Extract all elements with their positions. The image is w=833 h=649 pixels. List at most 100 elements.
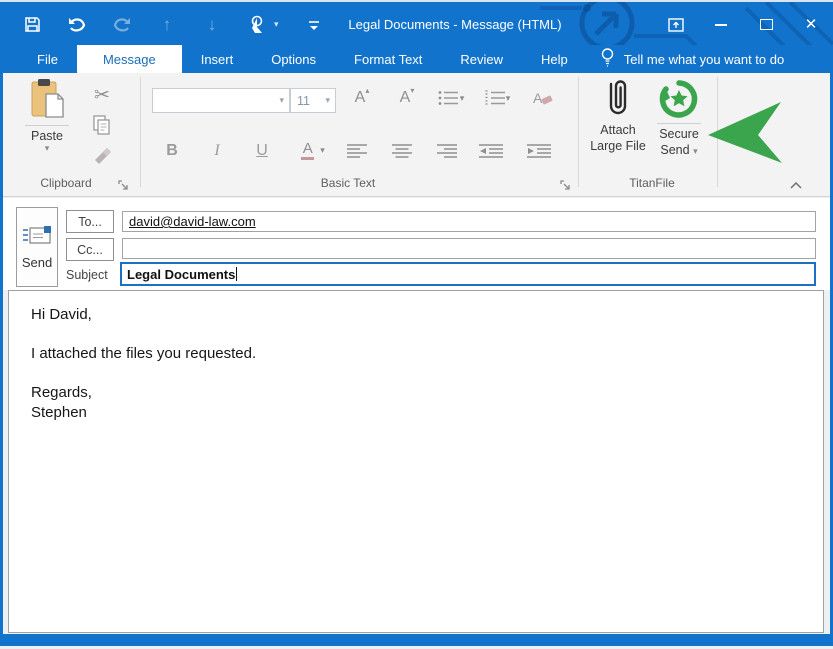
paste-button[interactable]: Paste ▾	[16, 78, 78, 153]
grow-font-icon: A	[355, 90, 366, 106]
bold-button[interactable]: B	[158, 140, 186, 162]
window-controls: ✕	[668, 2, 819, 47]
window-border-left	[0, 73, 3, 634]
format-painter-button[interactable]	[90, 145, 114, 167]
message-body-editor[interactable]: Hi David, I attached the files you reque…	[8, 290, 824, 633]
tab-help[interactable]: Help	[522, 45, 587, 73]
tab-review[interactable]: Review	[441, 45, 522, 73]
title-bar: ↑ ↓ ▾ Legal Documents - Message (HTML) ✕	[0, 0, 833, 45]
cc-field[interactable]	[122, 238, 816, 259]
italic-button[interactable]: I	[203, 140, 231, 162]
send-envelope-icon	[22, 225, 52, 247]
callout-arrow-icon	[706, 99, 784, 165]
attach-large-file-button[interactable]: Attach Large File	[586, 78, 650, 154]
underline-button[interactable]: U	[248, 140, 276, 162]
to-button[interactable]: To...	[66, 210, 114, 233]
numbering-caret-icon[interactable]: ▾	[506, 94, 511, 103]
format-painter-icon	[93, 148, 111, 164]
body-line	[31, 325, 256, 345]
tab-options[interactable]: Options	[252, 45, 335, 73]
svg-text:A: A	[533, 90, 543, 106]
shrink-font-caret-icon: ▾	[410, 87, 414, 95]
clipboard-group-label: Clipboard	[20, 176, 112, 190]
attach-large-file-label-line2: Large File	[590, 138, 646, 154]
paste-split-divider	[25, 125, 69, 126]
outlook-message-window: ↑ ↓ ▾ Legal Documents - Message (HTML) ✕…	[0, 0, 833, 649]
collapse-ribbon-icon[interactable]	[790, 176, 802, 194]
quick-access-toolbar: ↑ ↓ ▾	[22, 2, 324, 47]
cc-button[interactable]: Cc...	[66, 238, 114, 261]
attach-large-file-label-line1: Attach	[600, 122, 635, 138]
font-name-combobox[interactable]: ▾	[152, 88, 290, 113]
decrease-indent-button[interactable]	[474, 140, 508, 162]
bullets-icon	[438, 90, 460, 106]
numbering-icon	[484, 90, 506, 106]
titanfile-group-label: TitanFile	[604, 176, 700, 190]
font-color-button[interactable]: A ▾	[292, 139, 334, 161]
lightbulb-icon	[601, 48, 614, 70]
tab-insert[interactable]: Insert	[182, 45, 253, 73]
ribbon-display-options-icon[interactable]	[668, 17, 684, 33]
paste-label: Paste	[31, 128, 63, 144]
subject-field-value: Legal Documents	[127, 267, 235, 282]
font-size-value: 11	[291, 94, 325, 108]
grow-font-button[interactable]: A ▴	[346, 87, 378, 109]
align-center-button[interactable]	[387, 140, 417, 162]
save-icon[interactable]	[22, 15, 42, 35]
bullets-caret-icon[interactable]: ▾	[460, 94, 465, 103]
copy-button[interactable]	[90, 114, 114, 136]
bullets-button[interactable]: ▾	[432, 87, 470, 109]
increase-indent-button[interactable]	[522, 140, 556, 162]
basic-text-group-label: Basic Text	[250, 176, 446, 190]
shrink-font-button[interactable]: A ▾	[391, 87, 423, 109]
subject-field[interactable]: Legal Documents	[120, 262, 816, 286]
body-line: Hi David,	[31, 305, 256, 325]
minimize-button[interactable]	[713, 17, 729, 33]
align-left-button[interactable]	[342, 140, 372, 162]
send-label: Send	[22, 255, 52, 270]
tab-message[interactable]: Message	[77, 45, 182, 73]
shrink-font-icon: A	[400, 90, 411, 106]
numbering-button[interactable]: ▾	[477, 87, 517, 109]
tab-file[interactable]: File	[18, 45, 77, 73]
close-button[interactable]: ✕	[803, 17, 819, 33]
window-title: Legal Documents - Message (HTML)	[348, 2, 561, 47]
font-color-caret-icon[interactable]: ▾	[320, 146, 325, 155]
font-size-caret-icon[interactable]: ▾	[325, 96, 335, 105]
redo-icon[interactable]	[112, 15, 132, 35]
clear-formatting-button[interactable]: A	[527, 87, 559, 109]
group-separator	[578, 77, 579, 187]
basic-text-dialog-launcher[interactable]	[560, 178, 572, 190]
previous-item-icon[interactable]: ↑	[157, 15, 177, 35]
to-field-value: david@david-law.com	[129, 214, 256, 229]
group-separator	[140, 77, 141, 187]
font-name-caret-icon[interactable]: ▾	[279, 96, 289, 105]
maximize-button[interactable]	[758, 17, 774, 33]
font-size-combobox[interactable]: 11 ▾	[290, 88, 336, 113]
tab-format-text[interactable]: Format Text	[335, 45, 441, 73]
message-header-panel: Send To... Cc... Subject david@david-law…	[0, 198, 833, 290]
secure-send-split-divider	[657, 123, 701, 124]
paste-caret-icon[interactable]: ▾	[45, 144, 50, 153]
body-line: Stephen	[31, 403, 256, 423]
touch-mouse-mode-icon[interactable]	[247, 15, 267, 35]
clipboard-dialog-launcher[interactable]	[118, 178, 130, 190]
font-color-icon: A	[301, 141, 314, 160]
to-field[interactable]: david@david-law.com	[122, 211, 816, 232]
titanfile-secure-send-icon	[658, 78, 700, 120]
align-right-button[interactable]	[432, 140, 462, 162]
secure-send-button[interactable]: Secure Send ▾	[650, 78, 708, 158]
touch-mode-caret-icon[interactable]: ▾	[274, 19, 279, 30]
body-line	[31, 364, 256, 384]
tell-me-box[interactable]: Tell me what you want to do	[601, 45, 784, 73]
ribbon: Paste ▾ ✂ Clipboard ▾ 1	[0, 73, 833, 197]
send-button[interactable]: Send	[16, 207, 58, 287]
clear-formatting-icon: A	[532, 89, 554, 107]
cut-button[interactable]: ✂	[90, 84, 114, 106]
secure-send-label-line2: Send ▾	[660, 142, 697, 158]
copy-icon	[93, 115, 111, 135]
next-item-icon[interactable]: ↓	[202, 15, 222, 35]
customize-qat-icon[interactable]	[304, 15, 324, 35]
undo-icon[interactable]	[67, 15, 87, 35]
secure-send-caret-icon[interactable]: ▾	[693, 146, 698, 156]
